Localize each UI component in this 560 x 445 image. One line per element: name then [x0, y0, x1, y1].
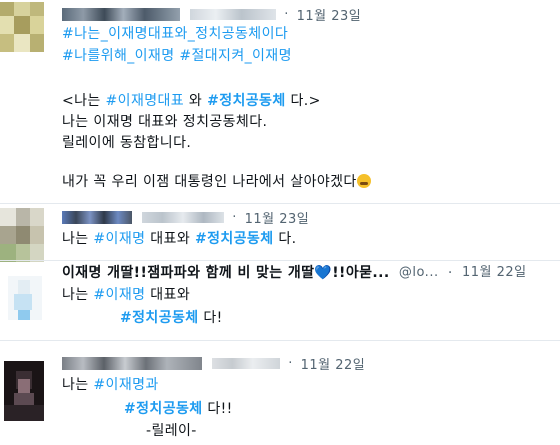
hashtag-link[interactable]: #정치공동체 [120, 310, 199, 326]
avatar-2-pixel [30, 208, 44, 226]
avatar-3-pixel [18, 280, 30, 294]
tweet-4-text-line: 나는 #이재명과 [62, 375, 159, 395]
text-segment: 다.> [285, 93, 321, 109]
tweet-1-text-line: 릴레이에 동참합니다. [62, 133, 191, 153]
tweet-3: 이재명 개딸!!잼파파와 함께 비 맞는 개딸💙!!아묻... @lo... ·… [0, 260, 560, 340]
tweet-divider [0, 340, 560, 341]
avatar-1-pixel [14, 2, 30, 16]
hashtag-link[interactable]: #이재명 [93, 287, 145, 303]
tweet-date[interactable]: 11월 23일 [297, 9, 362, 24]
display-name-blurred[interactable] [62, 8, 180, 21]
tweet-1-text-line: <나는 #이재명대표 와 #정치공동체 다.> [62, 91, 321, 111]
avatar-4-pixel [4, 405, 44, 421]
text-segment: 나는 [62, 377, 94, 393]
tweet-4-text-line: #정치공동체 다!! [124, 399, 233, 419]
tweet-date[interactable]: 11월 22일 [462, 265, 527, 280]
text-segment: 대표와 [145, 231, 195, 247]
text-segment: 다! [198, 310, 223, 326]
text-segment: 나는 [62, 287, 94, 303]
avatar-3-pixel [14, 294, 32, 310]
tweet-1-header: · 11월 23일 [62, 5, 361, 25]
avatar-4[interactable] [4, 361, 44, 421]
display-name-blurred[interactable] [62, 357, 202, 370]
avatar-4-pixel [18, 379, 30, 393]
text-segment: -릴레이- [146, 423, 197, 439]
hashtag-link[interactable]: #정치공동체 [207, 93, 286, 109]
avatar-3-pixel [18, 310, 30, 320]
hashtag-link[interactable]: #나를위해_이재명 [62, 48, 175, 64]
avatar-1-pixel [0, 16, 14, 34]
hashtag-link[interactable]: #나는_이재명대표와_정치공동체이다 [62, 26, 288, 42]
tweet-date[interactable]: 11월 23일 [245, 212, 310, 227]
handle-blurred[interactable] [190, 9, 277, 20]
avatar-2-pixel [0, 208, 16, 226]
text-segment: 대표와 [145, 287, 191, 303]
display-name-suffix[interactable]: !!아묻... [332, 265, 389, 281]
hashtag-line-2: #나를위해_이재명 #절대지켜_이재명 [62, 46, 292, 66]
text-segment: <나는 [62, 93, 106, 109]
tweet-4-text-line: -릴레이- [146, 421, 197, 441]
avatar-3[interactable] [8, 276, 42, 320]
hashtag-link[interactable]: #절대지켜_이재명 [179, 48, 292, 64]
avatar-1-pixel [0, 2, 14, 16]
avatar-2-pixel [16, 208, 30, 226]
hashtag-link[interactable]: #이재명과 [93, 377, 158, 393]
avatar-2-pixel [16, 226, 30, 244]
hashtag-link[interactable]: #이재명 [93, 231, 145, 247]
tweet-2: · 11월 23일 나는 #이재명 대표와 #정치공동체 다. [0, 205, 560, 263]
text-segment: 다. [273, 231, 297, 247]
handle-blurred[interactable] [142, 212, 225, 223]
hashtag-link[interactable]: #정치공동체 [124, 401, 203, 417]
text-segment: 나는 이재명 대표와 정치공동체다. [62, 114, 268, 130]
avatar-1-pixel [14, 34, 30, 52]
tweet-3-text-line: 나는 #이재명 대표와 [62, 285, 190, 305]
tweet-1-text-line: 내가 꼭 우리 이잼 대통령인 나라에서 살아야겠다 [62, 172, 371, 192]
tweet-1-text-line: 나는 이재명 대표와 정치공동체다. [62, 112, 267, 132]
crying-face-icon [356, 174, 371, 188]
handle-blurred[interactable] [212, 358, 281, 369]
avatar-1-pixel [30, 16, 44, 34]
hashtag-link[interactable]: #이재명대표 [106, 93, 185, 109]
avatar-2-pixel [0, 226, 16, 244]
user-handle[interactable]: @lo... [399, 265, 439, 280]
avatar-1[interactable] [0, 2, 44, 52]
tweet-1: · 11월 23일 #나는_이재명대표와_정치공동체이다 #나를위해_이재명 #… [0, 0, 560, 205]
hashtag-link[interactable]: #정치공동체 [195, 231, 274, 247]
display-name-blurred[interactable] [62, 211, 132, 224]
text-segment: 다!! [202, 401, 233, 417]
tweet-2-header: · 11월 23일 [62, 208, 309, 228]
avatar-1-pixel [0, 34, 14, 52]
hashtag-line-1: #나는_이재명대표와_정치공동체이다 [62, 24, 288, 44]
avatar-1-pixel [30, 2, 44, 16]
text-segment: 릴레이에 동참합니다. [62, 135, 192, 151]
text-segment: 내가 꼭 우리 이잼 대통령인 나라에서 살아야겠다 [62, 174, 357, 190]
dot-separator: · [288, 356, 293, 371]
avatar-1-pixel [14, 16, 30, 34]
tweet-3-header: 이재명 개딸!!잼파파와 함께 비 맞는 개딸💙!!아묻... @lo... ·… [62, 263, 527, 283]
avatar-2[interactable] [0, 208, 44, 262]
text-segment: 나는 [62, 231, 94, 247]
avatar-1-pixel [30, 34, 44, 52]
dot-separator: · [232, 210, 237, 225]
tweet-date[interactable]: 11월 22일 [301, 358, 366, 373]
avatar-2-pixel [30, 226, 44, 244]
text-segment: 와 [184, 93, 208, 109]
display-name[interactable]: 이재명 개딸!!잼파파와 함께 비 맞는 개딸 [62, 265, 314, 281]
dot-separator: · [447, 265, 453, 281]
tweet-divider [0, 203, 560, 204]
blue-heart-icon: 💙 [314, 265, 333, 281]
tweet-4-header: · 11월 22일 [62, 354, 365, 374]
dot-separator: · [284, 7, 289, 22]
tweet-3-text-line: #정치공동체 다! [120, 308, 223, 328]
tweet-4: · 11월 22일 나는 #이재명과 #정치공동체 다!! -릴레이- [0, 345, 560, 445]
tweet-2-text-line: 나는 #이재명 대표와 #정치공동체 다. [62, 229, 296, 249]
